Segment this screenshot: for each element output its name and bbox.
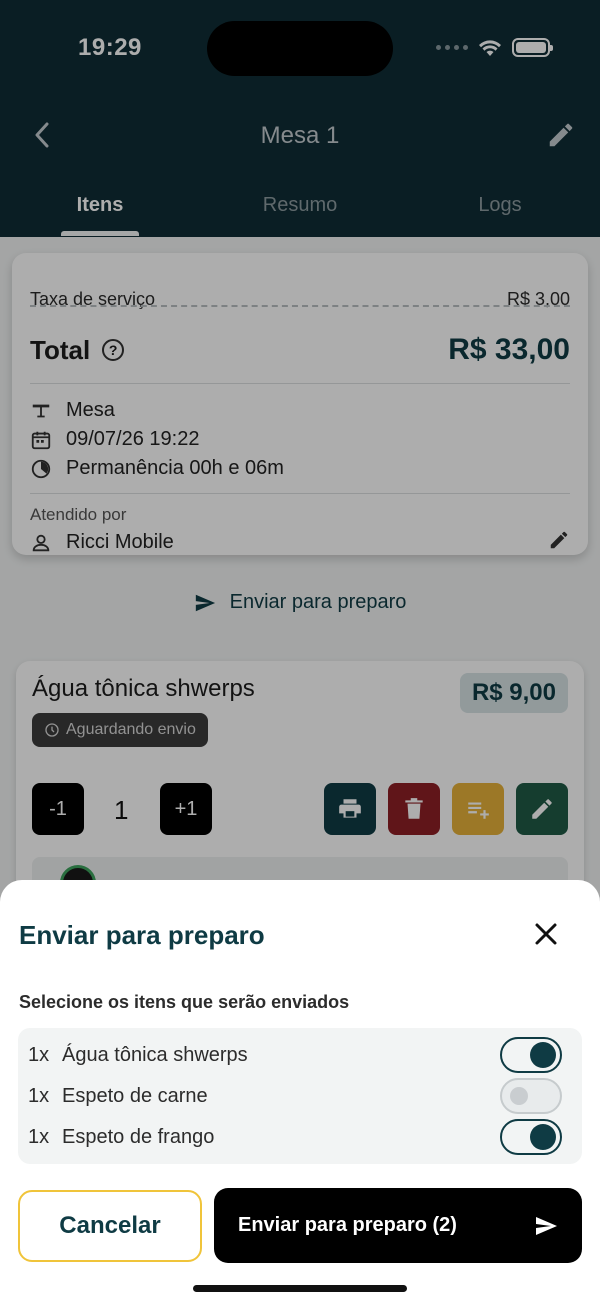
- item-toggle[interactable]: [500, 1078, 562, 1114]
- close-icon[interactable]: [532, 920, 560, 948]
- sheet-instruction: Selecione os itens que serão enviados: [19, 992, 350, 1012]
- send-button-label: Enviar para preparo (2): [238, 1214, 457, 1236]
- item-name: Água tônica shwerps: [62, 1043, 248, 1066]
- item-name: Espeto de carne: [62, 1084, 208, 1107]
- item-name: Espeto de frango: [62, 1125, 215, 1148]
- item-qty: 1x: [28, 1125, 50, 1148]
- send-to-prep-sheet: Enviar para preparo Selecione os itens q…: [0, 880, 600, 1305]
- list-item[interactable]: 1x Espeto de carne: [28, 1076, 562, 1116]
- items-selection-list: 1x Água tônica shwerps 1x Espeto de carn…: [18, 1028, 582, 1164]
- list-item[interactable]: 1x Água tônica shwerps: [28, 1035, 562, 1075]
- item-toggle[interactable]: [500, 1119, 562, 1155]
- sheet-title: Enviar para preparo: [19, 920, 265, 950]
- item-qty: 1x: [28, 1043, 50, 1066]
- item-toggle[interactable]: [500, 1037, 562, 1073]
- send-to-prep-button[interactable]: Enviar para preparo (2): [214, 1188, 582, 1263]
- list-item[interactable]: 1x Espeto de frango: [28, 1117, 562, 1157]
- send-icon: [536, 1216, 557, 1235]
- item-qty: 1x: [28, 1084, 50, 1107]
- home-indicator: [193, 1285, 407, 1292]
- cancel-button[interactable]: Cancelar: [18, 1190, 202, 1262]
